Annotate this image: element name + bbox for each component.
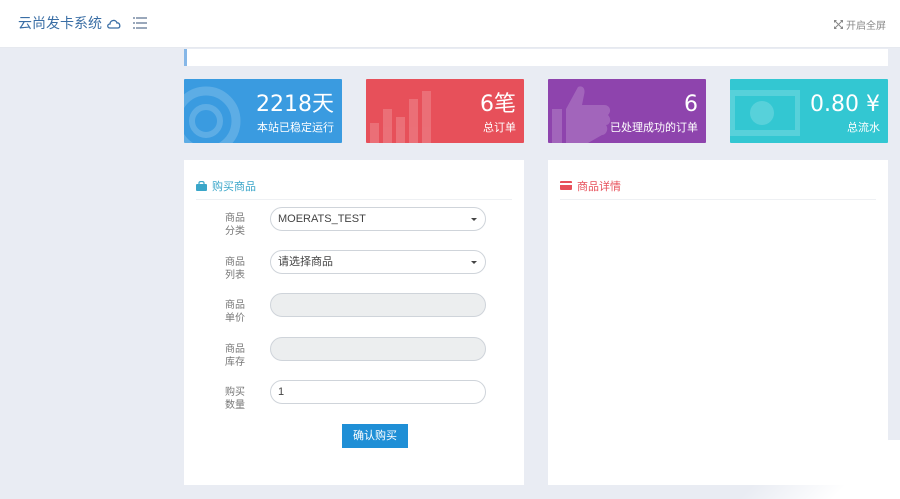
product-select[interactable]: 请选择商品 [270,250,486,274]
top-bar: 云尚发卡系统 开启全屏 [0,0,900,48]
product-label: 商品 列表 [225,257,245,281]
buy-panel-title: 购买商品 [212,179,256,193]
detail-panel: 商品详情 [548,160,888,485]
category-select[interactable]: MOERATS_TEST [270,207,486,231]
stat-label: 本站已稳定运行 [257,121,334,134]
stat-label: 总流水 [847,121,880,134]
quantity-input[interactable]: 1 [270,380,486,404]
stat-value: 0.80 ¥ [810,92,880,117]
product-value: 请选择商品 [278,256,333,268]
stat-card-orders: 6笔 总订单 [366,79,524,143]
brand[interactable]: 云尚发卡系统 [18,13,122,33]
detail-panel-title: 商品详情 [577,179,621,193]
brand-title: 云尚发卡系统 [18,16,102,32]
stat-label: 已处理成功的订单 [610,121,698,134]
stat-card-uptime: 2218天 本站已稳定运行 [184,79,342,143]
category-label: 商品 分类 [225,213,245,237]
quantity-label: 购买 数量 [225,387,245,411]
bar-chart-icon [370,91,431,143]
chevron-down-icon [471,218,477,221]
fullscreen-button[interactable]: 开启全屏 [834,17,886,32]
corner-fade [690,440,900,499]
price-field [270,293,486,317]
stock-field [270,337,486,361]
cloud-icon [107,19,121,29]
stock-label: 商品 库存 [225,344,245,368]
stat-value: 2218天 [256,92,334,117]
expand-icon [834,20,843,29]
category-value: MOERATS_TEST [278,213,366,225]
price-label: 商品 单价 [225,300,245,324]
chevron-down-icon [471,261,477,264]
quantity-value: 1 [278,386,285,398]
sidebar [0,49,168,499]
confirm-purchase-button[interactable]: 确认购买 [342,424,408,448]
stat-value: 6 [684,92,698,117]
shopping-bag-icon [196,180,207,191]
menu-toggle-icon[interactable] [133,17,147,29]
speedometer-icon [184,86,241,143]
stat-card-revenue: 0.80 ¥ 总流水 [730,79,888,143]
money-icon [730,90,800,136]
notice-bar [184,49,888,66]
detail-panel-header: 商品详情 [560,172,876,200]
stat-value: 6笔 [480,92,516,117]
buy-panel: 购买商品 商品 分类 MOERATS_TEST 商品 列表 请选择商品 商品 单价 商… [184,160,524,485]
stat-label: 总订单 [483,121,516,134]
thumbs-up-icon [552,86,611,143]
fullscreen-label: 开启全屏 [846,21,886,32]
buy-panel-header: 购买商品 [196,172,512,200]
stat-card-success-orders: 6 已处理成功的订单 [548,79,706,143]
credit-card-icon [560,181,572,190]
